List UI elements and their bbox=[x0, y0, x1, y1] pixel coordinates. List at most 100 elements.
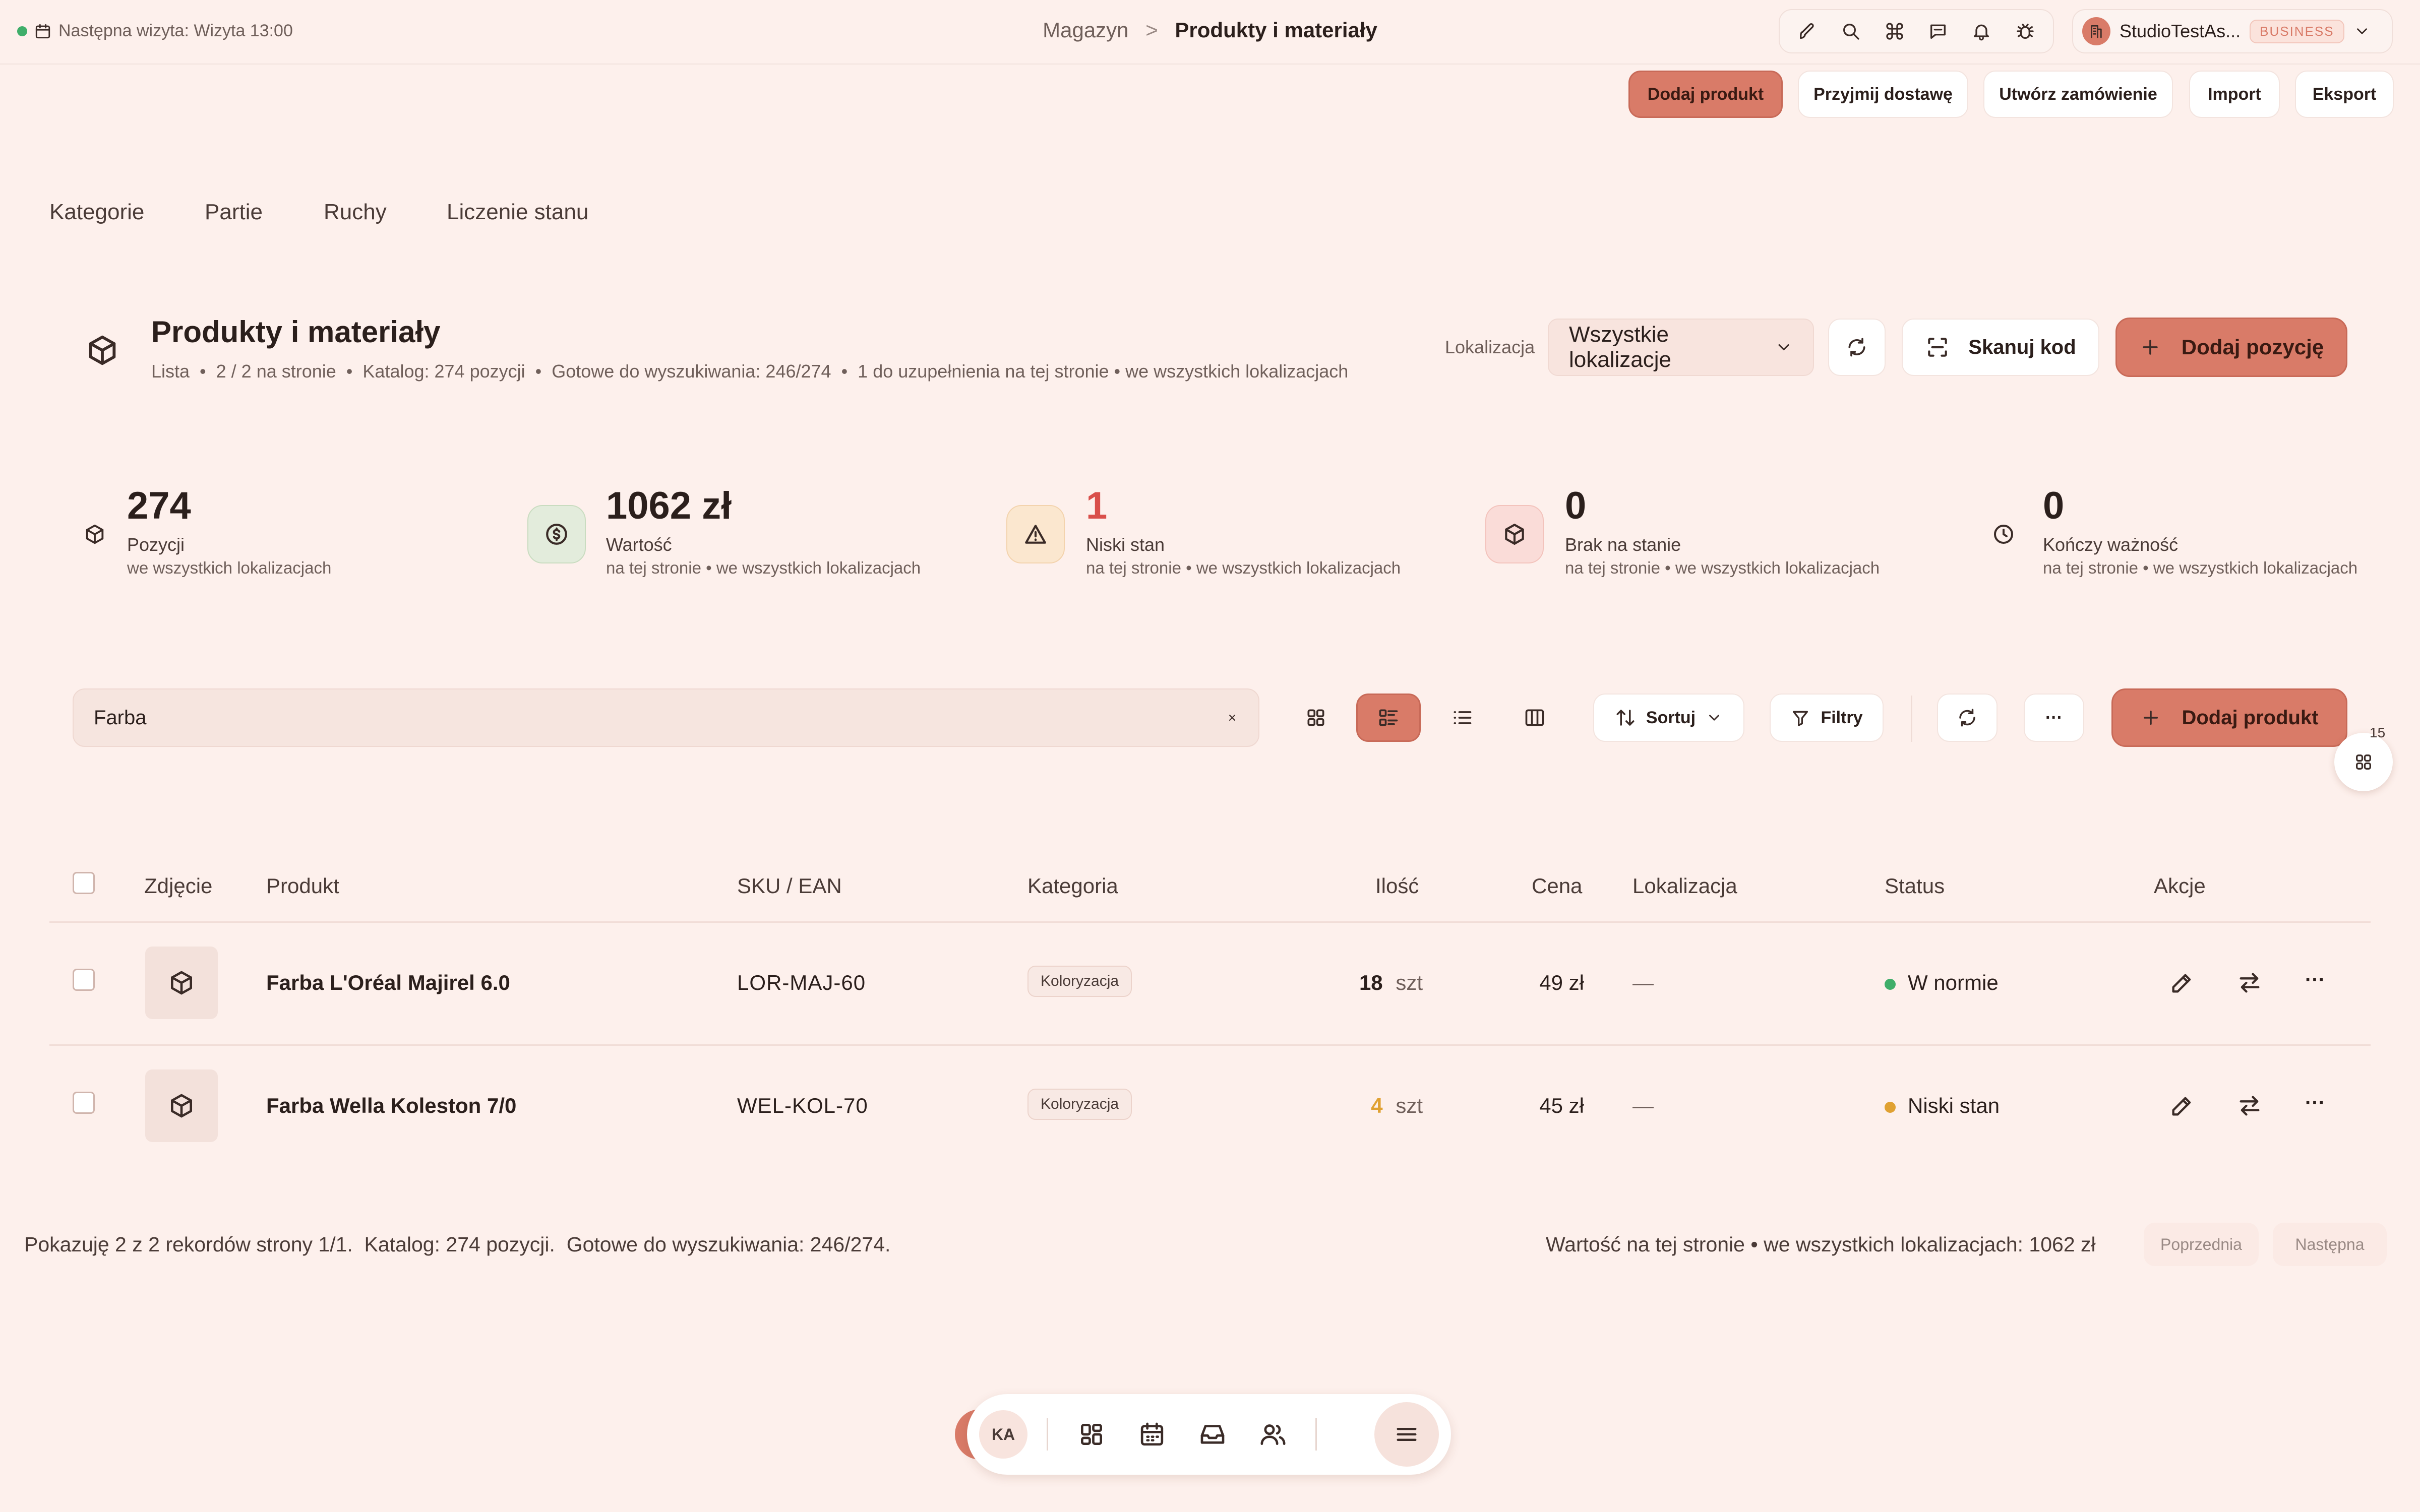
tab-stocktaking[interactable]: Liczenie stanu bbox=[447, 200, 588, 225]
previous-page-button[interactable]: Poprzednia bbox=[2144, 1223, 2259, 1266]
widgets-fab-button[interactable] bbox=[2334, 733, 2393, 791]
studio-switcher[interactable]: StudioTestAs... BUSINESS bbox=[2072, 9, 2393, 53]
view-detailed-list-button[interactable] bbox=[1356, 694, 1421, 742]
price-value: 45 zł bbox=[1539, 1094, 1584, 1117]
sort-button[interactable]: Sortuj bbox=[1593, 694, 1744, 742]
status-dot bbox=[1885, 1101, 1896, 1113]
more-icon: ··· bbox=[2045, 708, 2063, 727]
stat-label: Wartość bbox=[606, 534, 672, 555]
column-header-price[interactable]: Cena bbox=[1532, 874, 1582, 898]
stat-sub: na tej stronie • we wszystkich lokalizac… bbox=[2043, 558, 2358, 577]
row-checkbox[interactable] bbox=[73, 1092, 95, 1114]
users-icon[interactable] bbox=[1249, 1410, 1297, 1459]
move-icon[interactable] bbox=[2236, 1093, 2263, 1119]
grid-icon bbox=[1307, 709, 1324, 726]
product-thumbnail bbox=[145, 947, 218, 1019]
tab-categories[interactable]: Kategorie bbox=[49, 200, 144, 225]
bottom-dock: KA bbox=[967, 1394, 1451, 1475]
column-header-photo: Zdjęcie bbox=[144, 874, 213, 898]
add-product-button[interactable]: Dodaj produkt bbox=[2111, 688, 2347, 747]
product-name[interactable]: Farba L'Oréal Majirel 6.0 bbox=[266, 971, 510, 995]
refresh-location-button[interactable] bbox=[1828, 319, 1886, 376]
bug-icon[interactable] bbox=[2013, 19, 2037, 43]
product-sku: LOR-MAJ-60 bbox=[737, 971, 866, 994]
dock-divider bbox=[1315, 1418, 1317, 1451]
import-button[interactable]: Import bbox=[2189, 71, 2280, 118]
quantity-unit: szt bbox=[1396, 1094, 1423, 1117]
box-icon bbox=[66, 505, 124, 563]
add-item-button[interactable]: Dodaj pozycję bbox=[2115, 318, 2347, 377]
clear-search-icon[interactable] bbox=[1226, 712, 1238, 724]
user-avatar[interactable]: KA bbox=[979, 1410, 1027, 1459]
menu-icon[interactable] bbox=[1374, 1402, 1439, 1467]
package-placeholder-icon bbox=[171, 1094, 192, 1118]
list-icon bbox=[1454, 711, 1472, 724]
detailed-list-icon bbox=[1379, 709, 1398, 726]
column-header-sku[interactable]: SKU / EAN bbox=[737, 874, 842, 898]
search-input[interactable]: Farba bbox=[73, 688, 1259, 747]
next-page-button[interactable]: Następna bbox=[2273, 1223, 2387, 1266]
command-icon[interactable] bbox=[1883, 19, 1907, 43]
more-options-button[interactable]: ··· bbox=[2024, 694, 2084, 742]
add-product-top-button[interactable]: Dodaj produkt bbox=[1628, 71, 1783, 118]
stat-out-of-stock: 0 Brak na stanie na tej stronie • we wsz… bbox=[1485, 484, 1939, 595]
bell-icon[interactable] bbox=[1969, 19, 1993, 43]
tab-batches[interactable]: Partie bbox=[205, 200, 263, 225]
dashboard-icon[interactable] bbox=[1067, 1410, 1116, 1459]
box-icon bbox=[1485, 505, 1544, 563]
create-order-button[interactable]: Utwórz zamówienie bbox=[1983, 71, 2173, 118]
scan-code-button[interactable]: Skanuj kod bbox=[1902, 319, 2099, 376]
package-placeholder-icon bbox=[171, 971, 192, 995]
status-cell: W normie bbox=[1885, 971, 1999, 995]
stat-value: 1 bbox=[1086, 484, 1108, 527]
column-header-location[interactable]: Lokalizacja bbox=[1632, 874, 1737, 898]
stat-expiring: 0 Kończy ważność na tej stronie • we wsz… bbox=[1974, 484, 2408, 595]
quantity-value: 18 bbox=[1359, 971, 1383, 994]
column-header-quantity[interactable]: Ilość bbox=[1375, 874, 1419, 898]
topbar-icon-group bbox=[1779, 9, 2054, 53]
page-title: Produkty i materiały bbox=[151, 315, 441, 349]
row-more-icon[interactable]: ··· bbox=[2305, 1092, 2325, 1114]
column-header-product[interactable]: Produkt bbox=[266, 874, 339, 898]
refresh-list-button[interactable] bbox=[1937, 694, 1998, 742]
tab-movements[interactable]: Ruchy bbox=[324, 200, 387, 225]
breadcrumb-parent[interactable]: Magazyn bbox=[1043, 18, 1128, 42]
chat-icon[interactable] bbox=[1926, 19, 1950, 43]
view-grid-button[interactable] bbox=[1284, 694, 1348, 742]
move-icon[interactable] bbox=[2236, 970, 2263, 996]
brush-icon[interactable] bbox=[1795, 19, 1820, 43]
location-value: — bbox=[1632, 1094, 1654, 1117]
table-row[interactable]: Farba L'Oréal Majirel 6.0 LOR-MAJ-60 Kol… bbox=[0, 922, 2420, 1044]
filters-button[interactable]: Filtry bbox=[1770, 694, 1884, 742]
view-list-button[interactable] bbox=[1430, 694, 1494, 742]
stat-label: Pozycji bbox=[127, 534, 185, 555]
column-header-actions: Akcje bbox=[2154, 874, 2206, 898]
row-checkbox[interactable] bbox=[73, 969, 95, 991]
add-item-label: Dodaj pozycję bbox=[2181, 335, 2324, 359]
product-name[interactable]: Farba Wella Koleston 7/0 bbox=[266, 1094, 516, 1118]
column-header-category[interactable]: Kategoria bbox=[1027, 874, 1118, 898]
stat-label: Brak na stanie bbox=[1565, 534, 1681, 555]
quantity-value: 4 bbox=[1371, 1094, 1383, 1117]
chevron-down-icon bbox=[1775, 338, 1793, 356]
select-all-checkbox[interactable] bbox=[73, 872, 95, 894]
edit-icon[interactable] bbox=[2169, 970, 2195, 996]
view-columns-button[interactable] bbox=[1502, 694, 1567, 742]
calendar-icon[interactable] bbox=[1128, 1410, 1176, 1459]
quantity-unit: szt bbox=[1396, 971, 1423, 994]
receive-delivery-button[interactable]: Przyjmij dostawę bbox=[1798, 71, 1968, 118]
stat-value: 0 bbox=[1565, 484, 1587, 527]
location-select[interactable]: Wszystkie lokalizacje bbox=[1548, 319, 1814, 376]
row-more-icon[interactable]: ··· bbox=[2305, 969, 2325, 991]
table-row[interactable]: Farba Wella Koleston 7/0 WEL-KOL-70 Kolo… bbox=[0, 1045, 2420, 1167]
export-button[interactable]: Eksport bbox=[2295, 71, 2394, 118]
search-icon[interactable] bbox=[1839, 19, 1863, 43]
stat-value: 0 bbox=[2043, 484, 2065, 527]
stat-low-stock: 1 Niski stan na tej stronie • we wszystk… bbox=[1006, 484, 1460, 595]
edit-icon[interactable] bbox=[2169, 1093, 2195, 1119]
sort-icon bbox=[1615, 707, 1636, 728]
column-header-status[interactable]: Status bbox=[1885, 874, 1945, 898]
page-subtitle: Lista • 2 / 2 na stronie • Katalog: 274 … bbox=[151, 361, 1349, 382]
inbox-icon[interactable] bbox=[1188, 1410, 1237, 1459]
stat-items: 274 Pozycji we wszystkich lokalizacjach bbox=[66, 484, 479, 595]
